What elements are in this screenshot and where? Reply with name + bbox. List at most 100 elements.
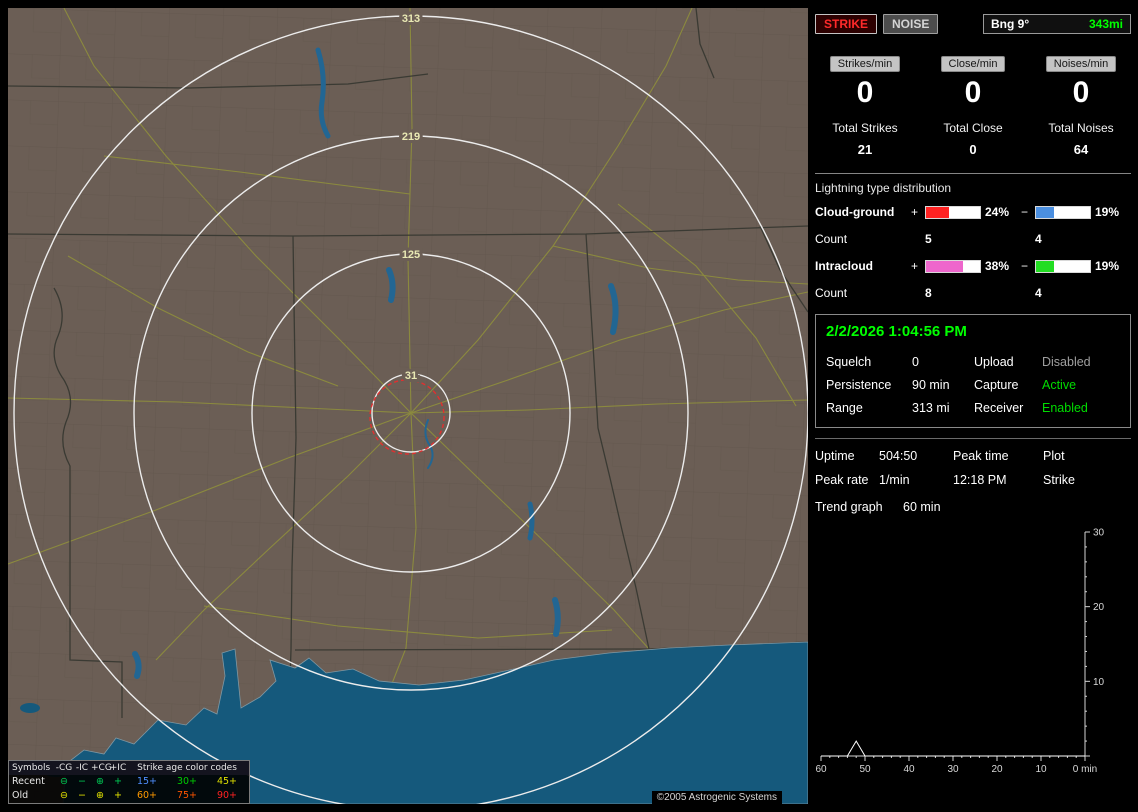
ic-positive-bar [925,259,981,273]
receiver-label: Receiver [974,401,1024,415]
svg-text:10: 10 [1093,677,1105,688]
ic-negative-count: 4 [1035,286,1042,300]
cg-positive-count: 5 [925,232,932,246]
capture-status: Active [1042,378,1077,392]
neg-ic-icon: − [78,790,86,801]
cg-negative-pct: 19% [1095,205,1120,219]
cg-positive-pct: 24% [985,205,1010,219]
peak-time-value: 12:18 PM [953,473,1007,487]
rate-counters: Strikes/min 0 Total Strikes 21 Close/min… [815,56,1131,157]
svg-text:20: 20 [1093,602,1105,613]
minus-sign: − [1021,259,1029,273]
trend-graph-window: 60 min [903,500,941,514]
noise-mode-button[interactable]: NOISE [883,14,939,34]
strike-mode-button[interactable]: STRIKE [815,14,878,34]
ring-label-outer: 313 [402,13,420,25]
stats-grid: Uptime 504:50 Peak time Plot Peak rate 1… [815,449,1131,487]
cg-positive-fill [926,206,950,218]
upload-status: Disabled [1042,355,1091,369]
uptime-label: Uptime [815,449,855,463]
age-90: 90+ [216,790,238,801]
ring-label-219: 219 [402,131,420,143]
map-legend: Symbols -CG -IC +CG +IC Strike age color… [8,760,250,804]
svg-text:40: 40 [903,764,915,775]
upload-label: Upload [974,355,1014,369]
map-view[interactable]: 313 219 125 31 [8,8,808,804]
stats-panel: Uptime 504:50 Peak time Plot Peak rate 1… [815,438,1131,782]
legend-col-neg-ic: -IC [75,763,89,773]
cloud-ground-label: Cloud-ground [815,205,895,219]
neg-cg-icon: ⊖ [60,776,68,787]
ic-negative-pct: 19% [1095,259,1120,273]
noises-counter: Noises/min 0 Total Noises 64 [1031,56,1131,157]
total-noises-value: 64 [1073,142,1089,157]
distribution-grid: Cloud-ground + 24% − 19% Count 5 4 Intra… [815,205,1131,300]
total-close-value: 0 [969,142,977,157]
age-45: 45+ [216,776,238,787]
range-label: Range [826,401,863,415]
squelch-label: Squelch [826,355,872,369]
legend-symbols-header: Symbols [12,763,51,773]
noises-per-min-value: 0 [1072,76,1090,109]
plus-sign: + [911,205,919,219]
minus-sign: − [1021,205,1029,219]
legend-age-title: Strike age color codes [137,763,237,773]
plot-value: Strike [1043,473,1075,487]
pos-cg-icon: ⊕ [96,790,104,801]
age-30: 30+ [176,776,198,787]
age-15: 15+ [136,776,158,787]
mode-toolbar: STRIKE NOISE Bng 9° 343mi [815,14,1131,34]
ring-label-125: 125 [402,249,420,261]
svg-text:60: 60 [815,764,827,775]
ic-count-label: Count [815,286,848,300]
receiver-status: Enabled [1042,401,1088,415]
lightning-distribution-section: Lightning type distribution Cloud-ground… [815,173,1131,300]
squelch-value: 0 [912,355,919,369]
age-60: 60+ [136,790,158,801]
ring-label-inner: 31 [405,370,417,382]
datetime-display: 2/2/2026 1:04:56 PM [826,323,967,340]
app-window: 313 219 125 31 Symbols -CG -IC +CG +IC S… [0,0,1138,812]
total-strikes-value: 21 [857,142,873,157]
close-counter: Close/min 0 Total Close 0 [923,56,1023,157]
sidebar: STRIKE NOISE Bng 9° 343mi Strikes/min 0 … [815,8,1131,804]
copyright-text: ©2005 Astrogenic Systems [651,791,782,804]
legend-col-pos-cg: +CG [91,763,112,773]
svg-text:50: 50 [859,764,871,775]
legend-row-old: Old ⊖ − ⊕ + 60+ 75+ 90+ [9,789,249,803]
ic-negative-bar [1035,259,1091,273]
cg-negative-count: 4 [1035,232,1042,246]
strikes-counter: Strikes/min 0 Total Strikes 21 [815,56,915,157]
trend-graph-row: Trend graph 60 min [815,500,1131,514]
persistence-label: Persistence [826,378,892,392]
total-close-label: Total Close [943,121,1003,135]
status-panel: 2/2/2026 1:04:56 PM Squelch 0 Upload Dis… [815,314,1131,428]
noises-per-min-button[interactable]: Noises/min [1045,56,1117,72]
close-per-min-value: 0 [964,76,982,109]
map-panel: 313 219 125 31 Symbols -CG -IC +CG +IC S… [8,8,808,804]
legend-col-pos-ic: +IC [109,763,127,773]
pos-ic-icon: + [114,790,122,801]
strikes-per-min-button[interactable]: Strikes/min [829,56,901,72]
ic-positive-pct: 38% [985,259,1010,273]
peak-rate-value: 1/min [879,473,910,487]
legend-recent-label: Recent [12,776,45,787]
peak-rate-label: Peak rate [815,473,869,487]
settings-grid: Squelch 0 Upload Disabled Persistence 90… [826,355,1120,415]
cg-count-label: Count [815,232,848,246]
close-per-min-button[interactable]: Close/min [940,56,1006,72]
ic-positive-count: 8 [925,286,932,300]
uptime-value: 504:50 [879,449,918,463]
ic-negative-fill [1036,260,1055,272]
svg-text:30: 30 [947,764,959,775]
distribution-title: Lightning type distribution [815,181,952,195]
total-noises-label: Total Noises [1048,121,1114,135]
plus-sign: + [911,259,919,273]
pos-ic-icon: + [114,776,122,787]
plot-label: Plot [1043,449,1065,463]
trend-graph: 60 50 40 30 20 10 0 min 10 20 30 [815,528,1105,776]
bearing-range-display: Bng 9° 343mi [983,14,1131,34]
persistence-value: 90 min [912,378,950,392]
age-75: 75+ [176,790,198,801]
strikes-per-min-value: 0 [856,76,874,109]
